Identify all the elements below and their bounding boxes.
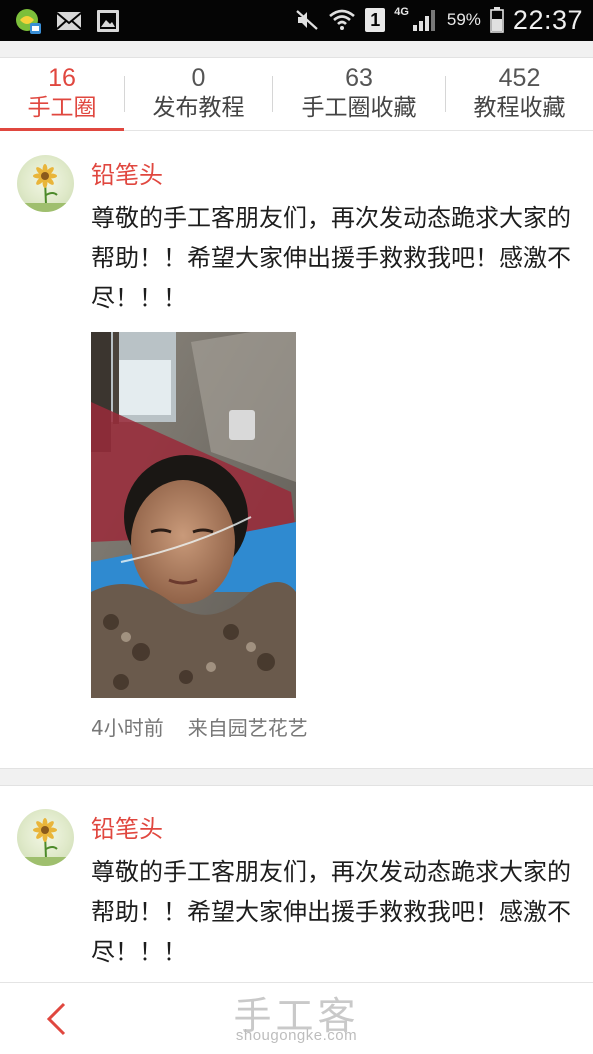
post-author[interactable]: 铅笔头 [91, 814, 163, 844]
feed-post: 铅笔头 尊敬的手工客朋友们，再次发动态跪求大家的帮助！！希望大家伸出援手救救我吧… [0, 132, 593, 768]
avatar[interactable] [17, 809, 74, 866]
back-arrow-icon [46, 1002, 66, 1036]
post-content: 尊敬的手工客朋友们，再次发动态跪求大家的帮助！！希望大家伸出援手救救我吧！感激不… [91, 858, 571, 966]
tab-label: 教程收藏 [473, 95, 566, 121]
post-author[interactable]: 铅笔头 [91, 160, 163, 190]
feed-post: 铅笔头 尊敬的手工客朋友们，再次发动态跪求大家的帮助！！希望大家伸出援手救救我吧… [0, 786, 593, 982]
status-bar: 1 4G 59% 22:37 [0, 0, 593, 41]
bottom-bar: 手工客 shougongke.com [0, 982, 593, 1054]
signal-icon [412, 8, 438, 32]
tab-published-tutorials[interactable]: 0 发布教程 [125, 58, 272, 130]
wifi-icon [328, 9, 356, 31]
profile-tabs: 16 手工圈 0 发布教程 63 手工圈收藏 452 教程收藏 [0, 58, 593, 131]
post-meta: 4小时前 来自园艺花艺 [91, 712, 308, 741]
post-source[interactable]: 来自园艺花艺 [188, 712, 308, 741]
flower-icon [17, 164, 74, 212]
post-content: 尊敬的手工客朋友们，再次发动态跪求大家的帮助！！希望大家伸出援手救救我吧！感激不… [91, 204, 571, 312]
tab-circle-favorites[interactable]: 63 手工圈收藏 [273, 58, 445, 130]
watermark-subtitle: shougongke.com [235, 1027, 358, 1044]
battery-percent: 59% [446, 10, 481, 29]
post-divider [0, 768, 593, 786]
picture-icon [96, 9, 120, 33]
app-badge-icon [14, 7, 42, 35]
tab-label: 手工圈收藏 [301, 95, 417, 121]
sim-indicator: 1 [365, 8, 386, 32]
tab-count: 63 [345, 64, 373, 92]
clock: 22:37 [512, 4, 583, 35]
post-photo[interactable] [91, 332, 296, 698]
post-time: 4小时前 [91, 716, 164, 740]
header-band [0, 41, 593, 58]
battery-icon [490, 7, 504, 33]
network-type: 4G [394, 6, 409, 18]
tab-label: 发布教程 [152, 95, 245, 121]
notification-icons [14, 6, 120, 36]
mute-icon [295, 9, 319, 31]
back-button[interactable] [36, 999, 76, 1039]
avatar[interactable] [17, 155, 74, 212]
mail-icon [56, 11, 82, 31]
tab-count: 16 [48, 64, 76, 92]
flower-icon [17, 818, 74, 866]
tab-label: 手工圈 [27, 95, 97, 121]
tab-tutorial-favorites[interactable]: 452 教程收藏 [446, 58, 593, 130]
system-icons: 1 4G 59% 22:37 [295, 4, 583, 36]
tab-count: 452 [498, 64, 541, 92]
tab-handcraft-circle[interactable]: 16 手工圈 [0, 58, 124, 131]
tab-count: 0 [191, 64, 206, 92]
